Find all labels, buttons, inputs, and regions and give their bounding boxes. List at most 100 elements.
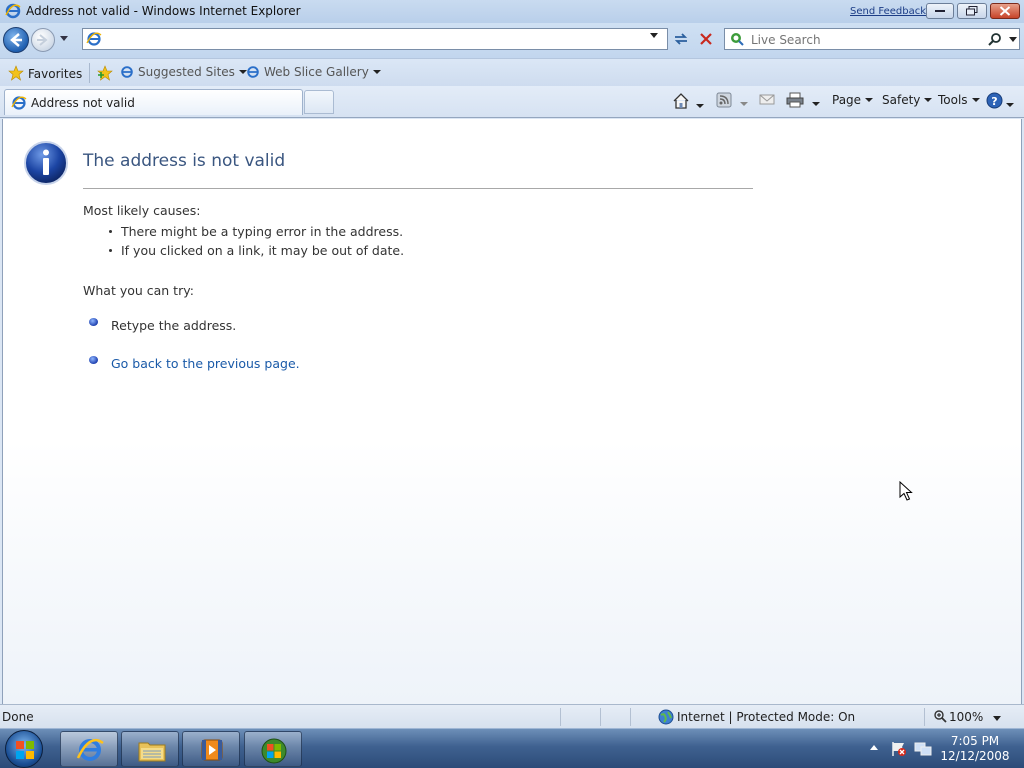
taskbar-windows-explorer[interactable] xyxy=(121,731,179,767)
divider xyxy=(89,63,90,83)
new-tab-button[interactable] xyxy=(304,90,334,114)
refresh-button[interactable] xyxy=(671,29,691,49)
show-hidden-icons-button[interactable] xyxy=(870,745,878,751)
divider xyxy=(600,708,601,726)
help-button[interactable]: ? xyxy=(986,92,1014,112)
address-dropdown[interactable] xyxy=(650,33,658,39)
search-box[interactable] xyxy=(724,28,1020,50)
taskbar: 7:05 PM 12/12/2008 xyxy=(0,728,1024,768)
cause-text: If you clicked on a link, it may be out … xyxy=(121,243,405,258)
page-menu-label: Page xyxy=(832,93,862,107)
stop-button[interactable] xyxy=(696,29,716,49)
help-icon: ? xyxy=(986,92,1003,109)
clock-time: 7:05 PM xyxy=(950,734,1000,748)
back-button[interactable] xyxy=(3,27,29,53)
search-input[interactable] xyxy=(749,31,983,49)
tools-menu[interactable]: Tools xyxy=(938,93,980,113)
send-feedback-link[interactable]: Send Feedback xyxy=(850,6,926,17)
ie-icon xyxy=(76,738,104,761)
page-menu[interactable]: Page xyxy=(832,93,874,113)
feeds-icon xyxy=(716,92,732,108)
add-favorite-icon xyxy=(97,65,113,81)
refresh-icon xyxy=(674,33,688,45)
zoom-dropdown[interactable] xyxy=(993,716,1001,722)
media-icon xyxy=(201,739,223,761)
search-icon[interactable] xyxy=(987,32,1003,48)
tab-address-not-valid[interactable]: Address not valid xyxy=(4,89,303,115)
add-to-favorites-bar-button[interactable] xyxy=(96,65,118,81)
close-button[interactable] xyxy=(990,3,1020,19)
favorites-bar: Favorites Suggested Sites Web Slice Gall… xyxy=(0,58,1024,86)
divider xyxy=(924,708,925,726)
bullet-icon xyxy=(89,318,98,326)
retype-text: Retype the address. xyxy=(111,318,237,333)
chevron-down-icon xyxy=(696,104,704,108)
read-mail-button[interactable] xyxy=(759,92,775,112)
ie-icon xyxy=(247,66,259,78)
page-title: The address is not valid xyxy=(83,151,286,171)
stop-icon xyxy=(700,33,712,45)
ie-icon xyxy=(121,66,133,78)
chevron-down-icon xyxy=(740,102,748,106)
ie-icon xyxy=(5,3,21,22)
suggested-sites-label: Suggested Sites xyxy=(138,65,235,79)
star-icon xyxy=(8,65,24,81)
chevron-down-icon xyxy=(372,70,381,74)
web-slice-gallery-button[interactable]: Web Slice Gallery xyxy=(246,65,381,81)
clock-date: 12/12/2008 xyxy=(940,749,1010,763)
divider xyxy=(83,188,753,189)
restore-button[interactable] xyxy=(957,3,987,19)
recent-pages-dropdown[interactable] xyxy=(60,36,68,42)
safety-menu-label: Safety xyxy=(882,93,921,107)
home-icon xyxy=(673,93,689,109)
back-arrow-icon xyxy=(10,33,22,47)
navigation-bar xyxy=(0,23,1024,58)
chevron-down-icon xyxy=(924,98,933,102)
tools-menu-label: Tools xyxy=(938,93,968,107)
cause-text: There might be a typing error in the add… xyxy=(121,224,404,239)
home-button[interactable] xyxy=(672,92,704,112)
start-button[interactable] xyxy=(5,730,43,768)
status-bar: Done Internet | Protected Mode: On 100% xyxy=(0,704,1024,728)
flag-icon[interactable] xyxy=(890,741,908,757)
window-title: Address not valid - Windows Internet Exp… xyxy=(26,4,301,18)
print-icon xyxy=(786,92,804,108)
network-icon[interactable] xyxy=(914,741,932,757)
minimize-button[interactable] xyxy=(926,3,954,19)
forward-button[interactable] xyxy=(31,28,55,52)
go-back-link[interactable]: Go back to the previous page. xyxy=(111,356,300,371)
favorites-button[interactable]: Favorites xyxy=(8,65,82,81)
taskbar-windows[interactable] xyxy=(244,731,302,767)
web-slice-gallery-label: Web Slice Gallery xyxy=(264,65,369,79)
chevron-down-icon xyxy=(971,98,980,102)
taskbar-media-player[interactable] xyxy=(182,731,240,767)
feeds-button[interactable] xyxy=(716,92,748,112)
page-content: The address is not valid Most likely cau… xyxy=(2,119,1022,704)
divider xyxy=(630,708,631,726)
security-zone[interactable]: Internet | Protected Mode: On xyxy=(677,710,855,724)
address-bar[interactable] xyxy=(82,28,668,50)
list-item: There might be a typing error in the add… xyxy=(109,224,403,239)
svg-text:?: ? xyxy=(991,95,997,108)
tab-row: Address not valid Page Safety Tools ? xyxy=(0,86,1024,118)
info-icon xyxy=(24,141,68,185)
safety-menu[interactable]: Safety xyxy=(882,93,933,113)
mail-icon xyxy=(759,94,775,105)
zoom-level[interactable]: 100% xyxy=(949,710,983,724)
divider xyxy=(560,708,561,726)
search-options-dropdown[interactable] xyxy=(1009,37,1017,43)
taskbar-internet-explorer[interactable] xyxy=(60,731,118,767)
print-button[interactable] xyxy=(786,92,820,112)
try-heading: What you can try: xyxy=(83,283,194,298)
clock[interactable]: 7:05 PM 12/12/2008 xyxy=(935,734,1015,764)
tab-label: Address not valid xyxy=(31,96,135,110)
live-search-icon xyxy=(729,31,745,50)
status-text: Done xyxy=(2,710,34,724)
suggested-sites-button[interactable]: Suggested Sites xyxy=(120,65,247,81)
mouse-cursor-icon xyxy=(899,481,913,501)
bullet xyxy=(109,249,112,252)
address-input[interactable] xyxy=(105,31,649,49)
bullet xyxy=(109,230,112,233)
bullet-icon xyxy=(89,356,98,364)
list-item: If you clicked on a link, it may be out … xyxy=(109,243,404,258)
